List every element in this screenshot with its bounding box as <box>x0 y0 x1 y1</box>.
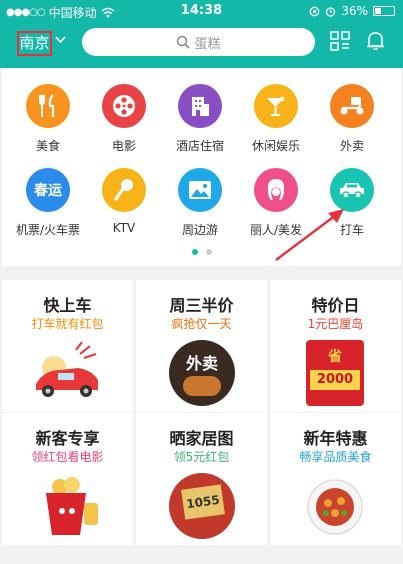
scooter-icon <box>330 84 374 128</box>
red-car-image <box>36 341 98 397</box>
hotel-icon <box>178 84 222 128</box>
promo-card[interactable]: 周三半价 疯抢仅一天 外卖 <box>136 280 267 412</box>
promo-subtitle: 畅享品质美食 <box>299 450 372 464</box>
qr-scan-icon[interactable] <box>330 31 350 51</box>
promo-card[interactable]: 新年特惠 畅享品质美食 <box>270 413 401 545</box>
category-hotel[interactable]: 酒店住宿 <box>162 84 238 154</box>
promo-title: 特价日 <box>311 296 360 315</box>
category-label: 周边游 <box>181 223 218 237</box>
chunyun-badge-text: 春运 <box>34 183 62 199</box>
promo-title: 快上车 <box>43 296 92 315</box>
fork-knife-icon <box>26 84 70 128</box>
promo-card[interactable]: 晒家居图 领5元红包 1055 <box>136 413 267 545</box>
category-label: 电影 <box>111 139 136 153</box>
page-dot <box>205 249 212 255</box>
promo-title: 新年特惠 <box>303 429 368 448</box>
category-label: 酒店住宿 <box>175 139 224 153</box>
category-label: 美食 <box>35 139 60 153</box>
chevron-down-icon[interactable] <box>55 36 66 44</box>
food-plate-image <box>307 479 363 535</box>
popcorn-cup-image <box>46 477 98 535</box>
category-nearby-travel[interactable]: 周边游 <box>162 168 238 238</box>
promo-title: 晒家居图 <box>169 429 234 448</box>
red-envelope-image: 省 2000 <box>306 340 364 406</box>
alarm-icon <box>326 6 336 17</box>
home-photo-image: 1055 <box>169 473 235 539</box>
category-label: 机票/火车票 <box>15 223 81 237</box>
promo-card[interactable]: 新客专享 领红包看电影 <box>2 413 133 545</box>
search-icon <box>177 35 191 49</box>
category-ktv[interactable]: KTV <box>86 168 162 235</box>
promo-title: 新客专享 <box>35 429 100 448</box>
category-label: 外卖 <box>339 139 364 153</box>
annotation-arrow <box>275 209 344 261</box>
promo-subtitle: 疯抢仅一天 <box>171 317 232 331</box>
category-movie[interactable]: 电影 <box>86 84 162 154</box>
cocktail-icon <box>254 84 298 128</box>
search-bar[interactable]: 蛋糕 <box>82 28 315 56</box>
promo-subtitle: 1元巴厘岛 <box>307 317 364 331</box>
category-tickets[interactable]: 春运 机票/火车票 <box>10 168 86 238</box>
page-dot-active <box>191 249 198 255</box>
promo-card[interactable]: 特价日 1元巴厘岛 省 2000 <box>270 280 401 412</box>
takeout-image-text: 外卖 <box>185 354 218 373</box>
bell-icon[interactable] <box>366 31 385 51</box>
status-bar: ●●●○○ 中国移动 14:38 36% <box>0 0 403 22</box>
film-reel-icon <box>102 84 146 128</box>
envelope-char: 省 <box>328 349 342 365</box>
category-label: KTV <box>112 221 136 235</box>
battery-percent: 36% <box>341 4 368 18</box>
envelope-amount: 2000 <box>310 370 360 390</box>
category-entertainment[interactable]: 休闲娱乐 <box>238 84 314 154</box>
promo-subtitle: 领5元红包 <box>173 450 230 464</box>
orientation-lock-icon <box>309 6 320 16</box>
promo-subtitle: 打车就有红包 <box>31 317 104 331</box>
promo-title: 周三半价 <box>169 296 234 315</box>
takeout-image: 外卖 <box>169 340 235 406</box>
battery-icon <box>373 6 395 16</box>
city-selector[interactable]: 南京 <box>17 31 52 56</box>
promo-card[interactable]: 快上车 打车就有红包 <box>2 280 133 412</box>
status-right: 36% <box>309 4 395 18</box>
category-food[interactable]: 美食 <box>10 84 86 154</box>
category-takeout[interactable]: 外卖 <box>314 84 390 154</box>
category-label: 休闲娱乐 <box>251 139 300 153</box>
promo-subtitle: 领红包看电影 <box>31 450 104 464</box>
chunyun-icon: 春运 <box>26 168 70 212</box>
top-header: ●●●○○ 中国移动 14:38 36% 南京 蛋糕 <box>0 0 403 68</box>
search-placeholder: 蛋糕 <box>194 36 221 52</box>
food-dish-shape <box>183 376 221 396</box>
photo-card-number: 1055 <box>181 484 225 520</box>
landscape-icon <box>178 168 222 212</box>
microphone-icon <box>102 168 146 212</box>
